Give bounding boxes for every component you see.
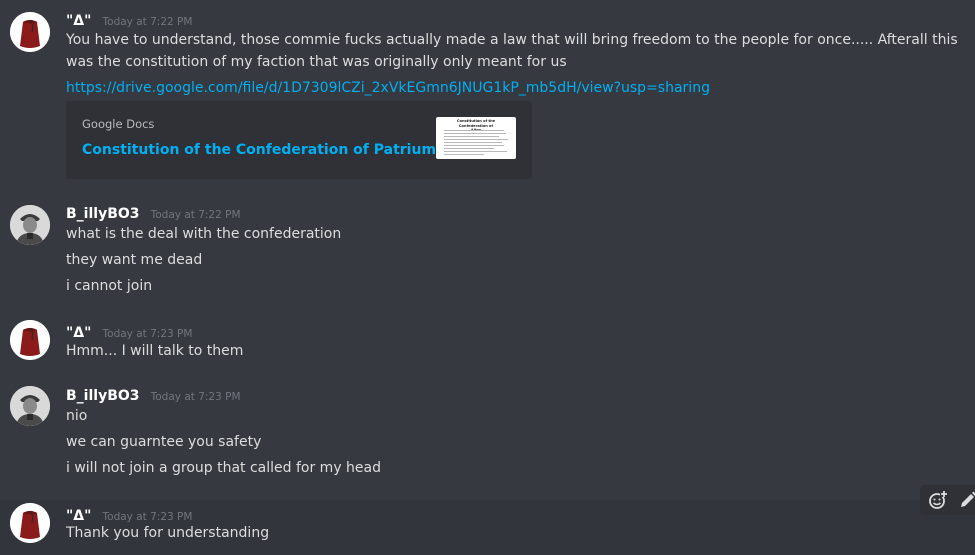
message-text: You have to understand, those commie fuc… (66, 32, 958, 70)
fez-avatar-icon (10, 320, 50, 360)
message-group: "Δ" Today at 7:23 PM Hmm... I will talk … (0, 312, 975, 372)
message-text: nio (66, 408, 88, 424)
avatar[interactable] (10, 320, 50, 360)
document-lines-icon (444, 130, 508, 155)
timestamp: Today at 7:22 PM (150, 209, 241, 221)
message-group: B_illyBO3 Today at 7:22 PM what is the d… (0, 195, 975, 305)
username[interactable]: "Δ" (66, 13, 91, 29)
message-group: B_illyBO3 Today at 7:23 PM nio we can gu… (0, 378, 975, 483)
message-link[interactable]: https://drive.google.com/file/d/1D7309lC… (66, 80, 710, 96)
message-group: "Δ" Today at 7:22 PM You have to underst… (0, 0, 975, 185)
message-text: Hmm... I will talk to them (66, 343, 244, 359)
message-text: i will not join a group that called for … (66, 460, 382, 476)
fez-avatar-icon (10, 503, 50, 543)
embed-title[interactable]: Constitution of the Confederation of Pat… (82, 142, 478, 158)
username[interactable]: B_illyBO3 (66, 206, 140, 222)
timestamp: Today at 7:23 PM (102, 328, 193, 340)
timestamp: Today at 7:23 PM (150, 391, 241, 403)
username[interactable]: "Δ" (66, 325, 91, 341)
avatar[interactable] (10, 12, 50, 52)
soldier-avatar-icon (10, 205, 50, 245)
add-reaction-icon[interactable] (928, 490, 948, 510)
message-text: Thank you for understanding (66, 525, 270, 541)
timestamp: Today at 7:22 PM (102, 16, 193, 28)
edit-icon[interactable] (958, 490, 975, 510)
avatar[interactable] (10, 503, 50, 543)
embed-thumbnail[interactable]: Constitution of the Confederation of Alt… (436, 117, 516, 159)
soldier-avatar-icon (10, 386, 50, 426)
message-actions (920, 485, 975, 515)
avatar[interactable] (10, 205, 50, 245)
link-embed: Google Docs Constitution of the Confeder… (66, 101, 532, 179)
embed-provider[interactable]: Google Docs (82, 117, 154, 131)
message-text: we can guarntee you safety (66, 434, 262, 450)
message-text: they want me dead (66, 252, 203, 268)
message-group[interactable]: "Δ" Today at 7:23 PM Thank you for under… (0, 495, 975, 555)
message-text: what is the deal with the confederation (66, 226, 342, 242)
fez-avatar-icon (10, 12, 50, 52)
username[interactable]: B_illyBO3 (66, 388, 140, 404)
avatar[interactable] (10, 386, 50, 426)
message-text: i cannot join (66, 278, 153, 294)
